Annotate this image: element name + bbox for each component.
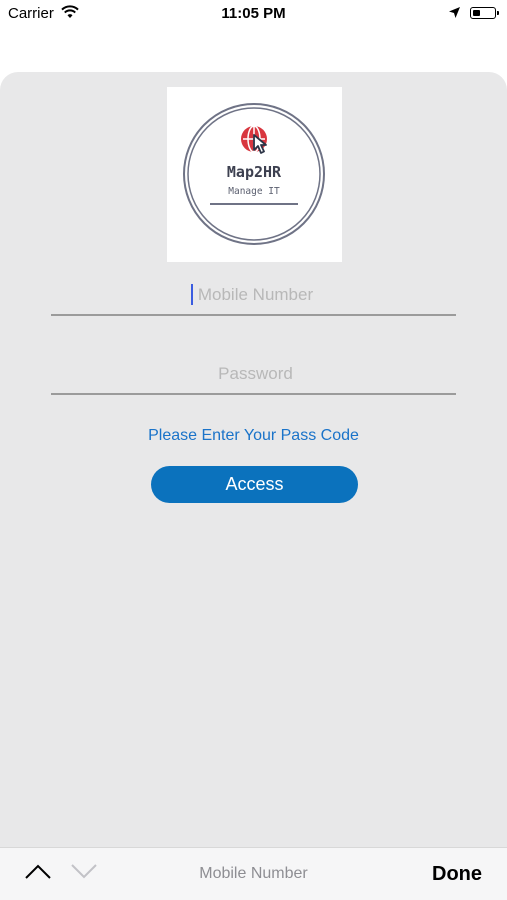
- done-button[interactable]: Done: [432, 863, 482, 886]
- password-input[interactable]: [51, 355, 460, 393]
- password-field[interactable]: [51, 355, 460, 395]
- mobile-number-input[interactable]: [51, 276, 460, 314]
- logo-title: Map2HR: [227, 163, 282, 181]
- toolbar-field-label: Mobile Number: [199, 865, 308, 882]
- access-button[interactable]: Access: [151, 466, 358, 503]
- keyboard-toolbar: Mobile Number Done: [0, 847, 507, 900]
- clock: 11:05 PM: [221, 5, 286, 22]
- login-card: Map2HR Manage IT Please Enter Your Pass …: [0, 72, 507, 862]
- mobile-field[interactable]: [51, 276, 460, 316]
- passcode-link[interactable]: Please Enter Your Pass Code: [0, 427, 507, 445]
- map2hr-logo: Map2HR Manage IT: [167, 87, 342, 262]
- logo-tagline: Manage IT: [228, 186, 280, 197]
- text-cursor: [191, 284, 193, 305]
- battery-icon: [470, 7, 499, 19]
- location-arrow-icon: [448, 6, 461, 23]
- status-bar: Carrier 11:05 PM: [0, 0, 507, 30]
